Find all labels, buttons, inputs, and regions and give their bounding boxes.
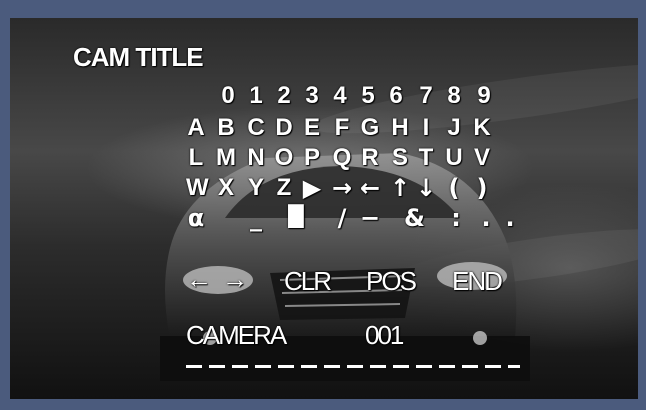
cursor-left-button[interactable]: ←	[186, 264, 212, 295]
current-title-value: CAMERA	[186, 320, 287, 350]
char-key-digits-3[interactable]: 3	[302, 82, 322, 110]
char-key-digits-5[interactable]: 5	[358, 82, 378, 110]
char-key-row3-5[interactable]: →	[332, 174, 352, 202]
char-key-digits-2[interactable]: 2	[274, 82, 294, 110]
char-key-row3-10[interactable]: )	[472, 174, 492, 202]
char-key-row1-4[interactable]: E	[302, 114, 322, 142]
char-key-row4-1[interactable]: _	[246, 204, 266, 232]
char-key-row2-8[interactable]: T	[416, 144, 436, 172]
osd-screen: CAM TITLE 0123456789 ABCDEFGHIJK LMNOPQRST…	[10, 18, 638, 399]
char-key-row3-9[interactable]: (	[444, 174, 464, 202]
position-button[interactable]: POS	[366, 266, 417, 297]
char-key-row2-1[interactable]: M	[216, 144, 236, 172]
char-key-row3-7[interactable]: ↑	[390, 174, 410, 202]
monitor-frame: CAM TITLE 0123456789 ABCDEFGHIJK LMNOPQRST…	[0, 0, 646, 410]
end-button[interactable]: END	[452, 266, 503, 297]
clear-button[interactable]: CLR	[284, 266, 332, 297]
title-edit-line	[186, 365, 520, 368]
char-key-row2-2[interactable]: N	[246, 144, 266, 172]
char-key-row4-6[interactable]: :	[446, 204, 466, 232]
char-key-row3-6[interactable]: ←	[360, 174, 380, 202]
char-key-row2-9[interactable]: U	[444, 144, 464, 172]
char-key-row2-4[interactable]: P	[302, 144, 322, 172]
char-key-digits-0[interactable]: 0	[218, 82, 238, 110]
char-key-row3-8[interactable]: ↓	[416, 174, 436, 202]
char-key-row4-5[interactable]: &	[404, 204, 425, 232]
cursor-right-button[interactable]: →	[222, 264, 248, 295]
char-key-row1-0[interactable]: A	[186, 114, 206, 142]
char-key-row1-1[interactable]: B	[216, 114, 236, 142]
char-key-row1-2[interactable]: C	[246, 114, 266, 142]
char-key-digits-7[interactable]: 7	[416, 82, 436, 110]
camera-number-value: 001	[365, 320, 404, 350]
char-key-row3-3[interactable]: Z	[274, 174, 294, 202]
char-key-row2-3[interactable]: O	[274, 144, 294, 172]
cam-title-heading: CAM TITLE	[73, 42, 204, 72]
char-key-row3-0[interactable]: W	[186, 174, 209, 202]
char-key-row1-10[interactable]: K	[472, 114, 492, 142]
char-key-row2-5[interactable]: Q	[332, 144, 352, 172]
char-key-row4-0[interactable]: α	[186, 204, 206, 232]
char-key-digits-4[interactable]: 4	[330, 82, 350, 110]
char-key-row4-7[interactable]: .	[476, 204, 496, 232]
char-key-row1-3[interactable]: D	[274, 114, 294, 142]
char-key-row2-0[interactable]: L	[186, 144, 206, 172]
char-key-row1-5[interactable]: F	[332, 114, 352, 142]
char-key-row1-8[interactable]: I	[416, 114, 436, 142]
char-key-row3-4[interactable]: ▶	[302, 174, 322, 202]
char-key-digits-1[interactable]: 1	[246, 82, 266, 110]
char-key-row4-4[interactable]: −	[360, 204, 380, 232]
char-key-row1-9[interactable]: J	[444, 114, 464, 142]
char-key-row2-7[interactable]: S	[390, 144, 410, 172]
char-key-row2-10[interactable]: V	[472, 144, 492, 172]
char-key-row4-8[interactable]: .	[500, 204, 520, 232]
char-key-row1-7[interactable]: H	[390, 114, 410, 142]
char-key-row4-2[interactable]: █	[286, 204, 306, 228]
char-key-digits-6[interactable]: 6	[386, 82, 406, 110]
char-key-digits-9[interactable]: 9	[474, 82, 494, 110]
char-key-digits-8[interactable]: 8	[444, 82, 464, 110]
car-photo-background	[160, 153, 530, 381]
char-key-row3-1[interactable]: X	[216, 174, 236, 202]
char-key-row3-2[interactable]: Y	[246, 174, 266, 202]
char-key-row4-3[interactable]: /	[332, 204, 352, 232]
char-key-row2-6[interactable]: R	[360, 144, 380, 172]
char-key-row1-6[interactable]: G	[360, 114, 380, 142]
